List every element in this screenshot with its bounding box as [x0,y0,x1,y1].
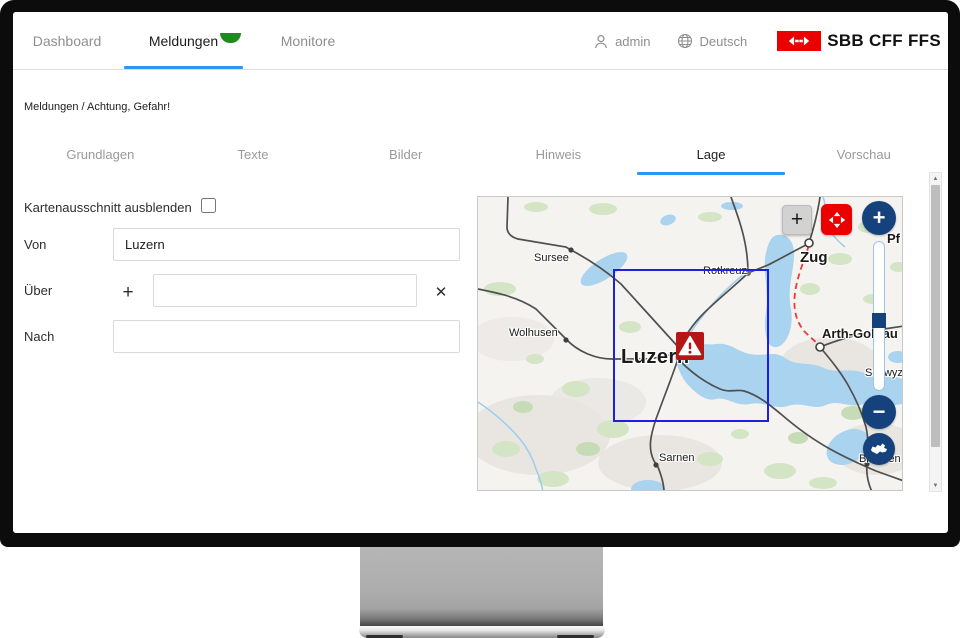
minus-icon: − [873,399,886,425]
map-label-arth-goldau: Arth-Goldau [822,326,898,341]
von-input[interactable] [113,228,460,261]
nav-label: Dashboard [33,33,102,49]
scrollbar-thumb[interactable] [931,185,940,447]
scroll-up-icon[interactable]: ▲ [930,173,941,184]
plus-icon: + [122,283,133,302]
plus-icon: + [873,205,886,231]
sbb-double-arrow-icon [782,34,816,48]
map-label-zug: Zug [800,249,828,266]
map-label-wolhusen: Wolhusen [509,327,558,339]
tab-lage[interactable]: Lage [635,142,788,175]
reset-extent-button[interactable] [863,433,895,465]
zoom-slider-handle[interactable] [872,313,886,328]
tab-bilder[interactable]: Bilder [329,142,482,175]
warning-icon [676,332,704,360]
hide-map-label: Kartenausschnitt ausblenden [24,200,192,215]
map-pan-button[interactable] [821,204,852,235]
nav-item-dashboard[interactable]: Dashboard [25,12,109,70]
zoom-in-button[interactable]: + [862,201,896,235]
nav-label: Monitore [281,33,335,49]
vertical-scrollbar[interactable]: ▲ ▼ [929,172,942,492]
user-name: admin [615,34,650,49]
ueber-input[interactable] [153,274,417,307]
sbb-flag [777,31,821,51]
monitor-bezel: Dashboard Meldungen Monitore admin [0,0,960,547]
globe-icon [677,33,693,49]
hide-map-checkbox[interactable] [201,198,216,213]
tab-bar: Grundlagen Texte Bilder Hinweis Lage Vor… [24,142,940,175]
map-label-sursee: Sursee [534,252,569,264]
switzerland-icon [869,442,889,456]
map-secondary-zoom-button[interactable]: + [782,205,812,235]
brand-text: SBB CFF FFS [827,31,941,51]
breadcrumb: Meldungen / Achtung, Gefahr! [24,101,170,113]
language-menu[interactable]: Deutsch [677,33,748,49]
nav-right-cluster: admin Deutsch [594,12,941,70]
nav-item-monitore[interactable]: Monitore [263,12,353,70]
nach-label: Nach [24,329,54,344]
top-navbar: Dashboard Meldungen Monitore admin [13,12,948,70]
warning-marker[interactable] [676,332,704,360]
pan-arrows-icon [826,209,848,231]
page: Dashboard Meldungen Monitore admin [0,0,960,638]
add-via-button[interactable]: + [118,282,138,302]
close-icon: ✕ [435,285,448,300]
screen: Dashboard Meldungen Monitore admin [13,12,948,533]
tab-texte[interactable]: Texte [177,142,330,175]
user-icon [594,34,608,49]
scroll-down-icon[interactable]: ▼ [930,480,941,491]
von-label: Von [24,237,46,252]
map-canvas[interactable]: Sursee Wolhusen Rotkreuz Zug Luzern Arth… [477,196,903,491]
nav-item-meldungen[interactable]: Meldungen [124,12,243,70]
clear-via-button[interactable]: ✕ [431,282,451,302]
monitor-stand [360,547,603,626]
map-label-sarnen: Sarnen [659,452,694,464]
ueber-label: Über [24,283,52,298]
notification-badge-icon [220,33,241,43]
tab-grundlagen[interactable]: Grundlagen [24,142,177,175]
nach-input[interactable] [113,320,460,353]
zoom-out-button[interactable]: − [862,395,896,429]
user-menu[interactable]: admin [594,34,650,49]
tab-hinweis[interactable]: Hinweis [482,142,635,175]
map-label-pf-clipped: Pf [887,231,900,246]
nav-label: Meldungen [149,33,218,49]
brand: SBB CFF FFS [777,31,941,51]
plus-icon: + [791,208,803,232]
tab-vorschau[interactable]: Vorschau [787,142,940,175]
language-name: Deutsch [700,34,748,49]
